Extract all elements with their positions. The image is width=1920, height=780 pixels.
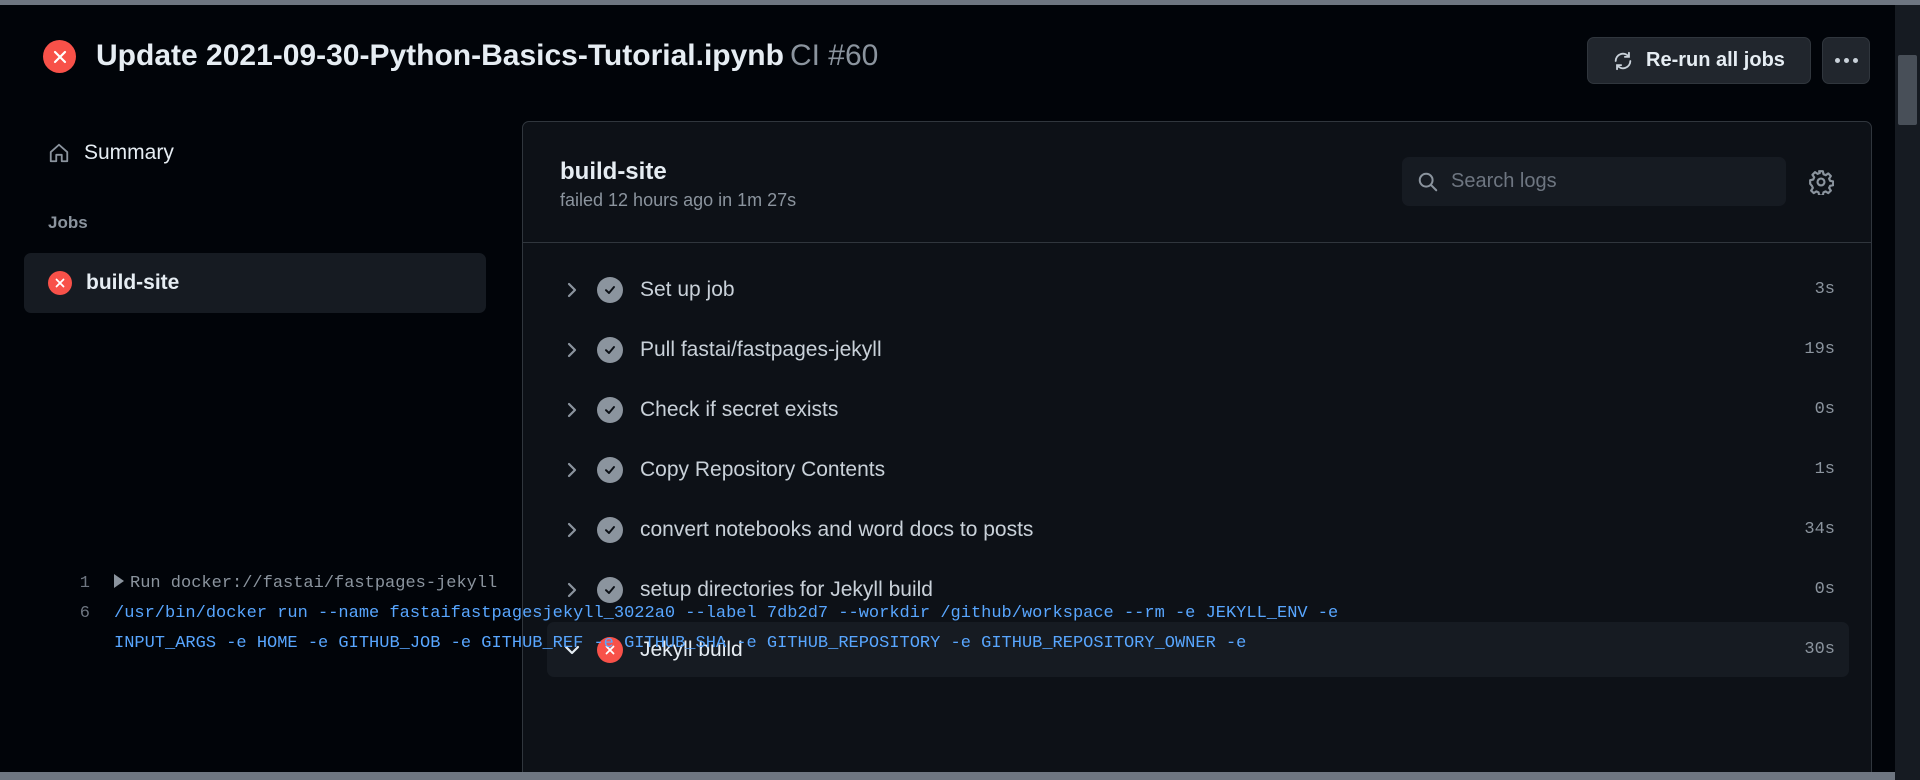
run-ci-label: CI #60 [789, 39, 879, 72]
chevron-right-icon [547, 281, 597, 299]
chevron-right-icon [547, 401, 597, 419]
step-duration: 0s [1814, 580, 1835, 599]
step-row[interactable]: Set up job 3s [547, 262, 1849, 317]
step-name: Set up job [640, 277, 735, 301]
step-duration: 1s [1814, 460, 1835, 479]
job-title: build-site [560, 158, 667, 185]
triangle-right-icon [114, 573, 124, 588]
chevron-right-icon [547, 341, 597, 359]
workflow-run-header: Update 2021-09-30-Python-Basics-Tutorial… [0, 5, 1895, 105]
sidebar-item-build-site[interactable]: build-site [24, 253, 486, 313]
check-circle-icon [597, 516, 623, 543]
more-options-button[interactable] [1822, 37, 1870, 84]
rerun-all-jobs-button[interactable]: Re-run all jobs [1587, 37, 1811, 84]
step-row[interactable]: convert notebooks and word docs to posts… [547, 502, 1849, 557]
window-bottom-border [0, 772, 1895, 780]
check-circle-icon [597, 336, 623, 363]
log-line-text: INPUT_ARGS -e HOME -e GITHUB_JOB -e GITH… [114, 633, 1247, 653]
chevron-right-icon [547, 461, 597, 479]
run-title: Update 2021-09-30-Python-Basics-Tutorial… [96, 39, 878, 73]
check-circle-icon [597, 276, 623, 303]
step-row[interactable]: Check if secret exists 0s [547, 382, 1849, 437]
sync-icon [1614, 51, 1632, 70]
page-scrollbar[interactable] [1895, 5, 1920, 780]
check-circle-icon [597, 396, 623, 423]
log-line[interactable]: 1 Run docker://fastai/fastpages-jekyll [24, 568, 1326, 598]
check-circle-icon [597, 456, 623, 483]
search-logs-input[interactable] [1451, 170, 1771, 193]
step-duration: 0s [1814, 400, 1835, 419]
log-line-number: 1 [79, 573, 90, 593]
failure-status-icon [43, 40, 76, 73]
step-duration: 19s [1804, 340, 1835, 359]
step-row[interactable]: Copy Repository Contents 1s [547, 442, 1849, 497]
job-log-panel: build-site failed 12 hours ago in 1m 27s… [522, 121, 1872, 780]
run-title-text: Update 2021-09-30-Python-Basics-Tutorial… [96, 39, 784, 72]
job-meta: failed 12 hours ago in 1m 27s [560, 190, 797, 210]
failure-icon [48, 271, 72, 295]
step-name: convert notebooks and word docs to posts [640, 517, 1034, 541]
step-log-output: 1 Run docker://fastai/fastpages-jekyll 6… [24, 568, 1338, 658]
search-logs-field[interactable] [1402, 157, 1786, 206]
step-name: Check if secret exists [640, 397, 839, 421]
sidebar-item-summary[interactable]: Summary [24, 128, 484, 178]
step-duration: 3s [1814, 280, 1835, 299]
chevron-right-icon [547, 521, 597, 539]
scrollbar-thumb[interactable] [1898, 55, 1917, 125]
log-line: 6 /usr/bin/docker run --name fastaifastp… [24, 598, 1338, 628]
log-line-text: /usr/bin/docker run --name fastaifastpag… [114, 603, 1339, 623]
log-group-toggle[interactable]: Run docker://fastai/fastpages-jekyll [114, 573, 498, 593]
step-duration: 34s [1804, 520, 1835, 539]
summary-label: Summary [84, 141, 174, 164]
gear-icon[interactable] [1808, 169, 1834, 195]
log-line-text: Run docker://fastai/fastpages-jekyll [130, 573, 498, 593]
search-icon [1418, 172, 1438, 191]
job-header: build-site failed 12 hours ago in 1m 27s [523, 122, 1871, 243]
jobs-heading: Jobs [48, 213, 88, 232]
step-row[interactable]: Pull fastai/fastpages-jekyll 19s [547, 322, 1849, 377]
kebab-horizontal-icon [1834, 58, 1858, 63]
step-name: Copy Repository Contents [640, 457, 886, 481]
step-name: Pull fastai/fastpages-jekyll [640, 337, 882, 361]
log-line-number: 6 [79, 603, 90, 623]
job-label: build-site [86, 271, 180, 294]
log-line: INPUT_ARGS -e HOME -e GITHUB_JOB -e GITH… [24, 628, 1326, 658]
step-duration: 30s [1804, 640, 1835, 659]
home-icon [49, 143, 69, 163]
rerun-label: Re-run all jobs [1646, 49, 1785, 71]
